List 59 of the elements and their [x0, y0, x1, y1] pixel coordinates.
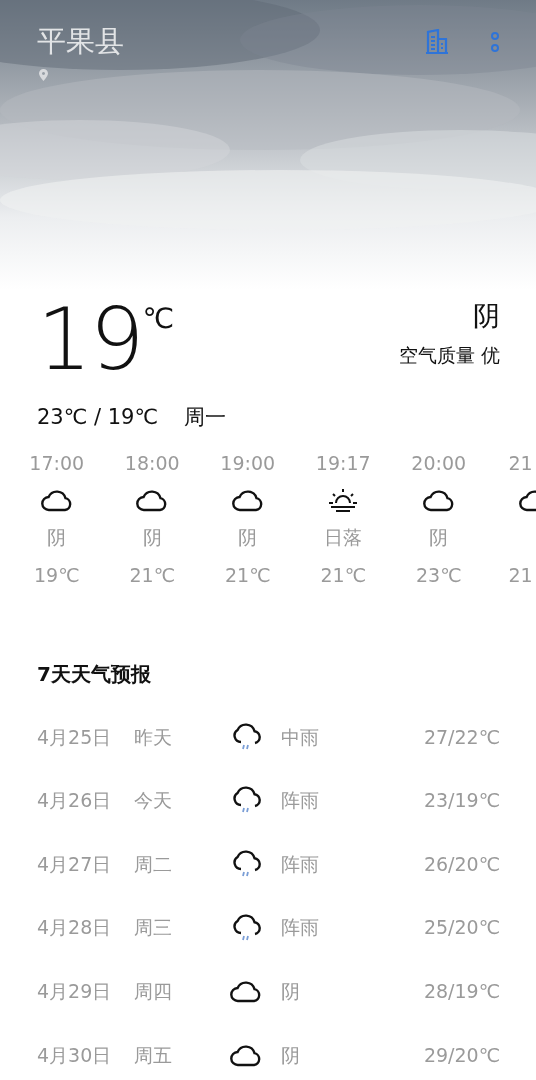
hour-condition: 阴	[47, 526, 67, 551]
forecast-temperature: 28/19℃	[423, 979, 500, 1004]
hour-time: 20:00	[411, 451, 467, 475]
cloud-icon	[231, 488, 264, 513]
hour-temperature: 21℃	[320, 564, 366, 588]
cloud-icon	[422, 488, 455, 513]
hour-temperature: 19℃	[34, 564, 80, 588]
forecast-day: 周五	[134, 1040, 230, 1070]
temperature-range: 23℃ / 19℃	[37, 404, 159, 431]
forecast-condition: 阵雨	[281, 851, 320, 877]
hour-condition: 阴	[429, 526, 449, 551]
forecast-condition: 阴	[281, 979, 301, 1004]
building-icon[interactable]	[424, 29, 450, 55]
hour-temperature: 21	[508, 564, 533, 588]
forecast-day: 昨天	[134, 722, 230, 752]
hour-temperature: 21℃	[129, 564, 175, 588]
forecast-date: 4月25日	[37, 724, 113, 750]
cloud-icon	[230, 979, 262, 1004]
weekday-label: 周一	[184, 404, 227, 431]
cloud-icon	[40, 488, 73, 513]
hour-temperature: 23℃	[416, 564, 462, 588]
cloud-icon	[136, 488, 169, 513]
weather-condition: 阴	[473, 299, 500, 333]
air-quality: 空气质量 优	[398, 342, 500, 368]
cloud-icon	[230, 1042, 262, 1067]
forecast-date: 4月29日	[37, 979, 113, 1004]
location-pin-icon	[39, 68, 48, 81]
forecast-date: 4月27日	[37, 851, 113, 877]
section-title: 7天天气预报	[36, 661, 152, 689]
hour-time: 19:00	[220, 451, 276, 475]
more-menu-icon[interactable]	[490, 30, 500, 54]
forecast-temperature: 27/22℃	[423, 724, 500, 750]
sunset-icon	[327, 486, 360, 515]
forecast-date: 4月26日	[37, 788, 113, 814]
forecast-temperature: 23/19℃	[423, 788, 500, 814]
forecast-day: 周二	[134, 849, 230, 879]
hour-condition: 阴	[142, 526, 162, 551]
forecast-condition: 中雨	[281, 724, 320, 750]
forecast-temperature: 26/20℃	[423, 851, 500, 877]
forecast-condition: 阴	[281, 1042, 301, 1068]
city-name: 平果县	[37, 24, 124, 59]
forecast-day: 周三	[134, 913, 230, 942]
hour-condition: 日落	[324, 526, 363, 551]
hour-condition: 阴	[238, 526, 258, 551]
hour-temperature: 21℃	[225, 564, 271, 588]
forecast-temperature: 29/20℃	[423, 1042, 500, 1068]
hour-time: 17:00	[29, 451, 85, 475]
forecast-temperature: 25/20℃	[423, 915, 500, 941]
forecast-day: 今天	[134, 786, 230, 815]
hour-time: 18:00	[124, 451, 180, 475]
forecast-date: 4月28日	[37, 915, 113, 941]
temperature-unit: ℃	[142, 301, 174, 337]
forecast-date: 4月30日	[37, 1042, 113, 1068]
temperature-reading: 19	[37, 296, 143, 382]
forecast-day: 周四	[134, 977, 230, 1006]
hour-time: 19:17	[315, 451, 371, 475]
hour-time: 21	[508, 451, 533, 475]
forecast-condition: 阵雨	[281, 915, 320, 941]
forecast-condition: 阵雨	[281, 788, 320, 814]
